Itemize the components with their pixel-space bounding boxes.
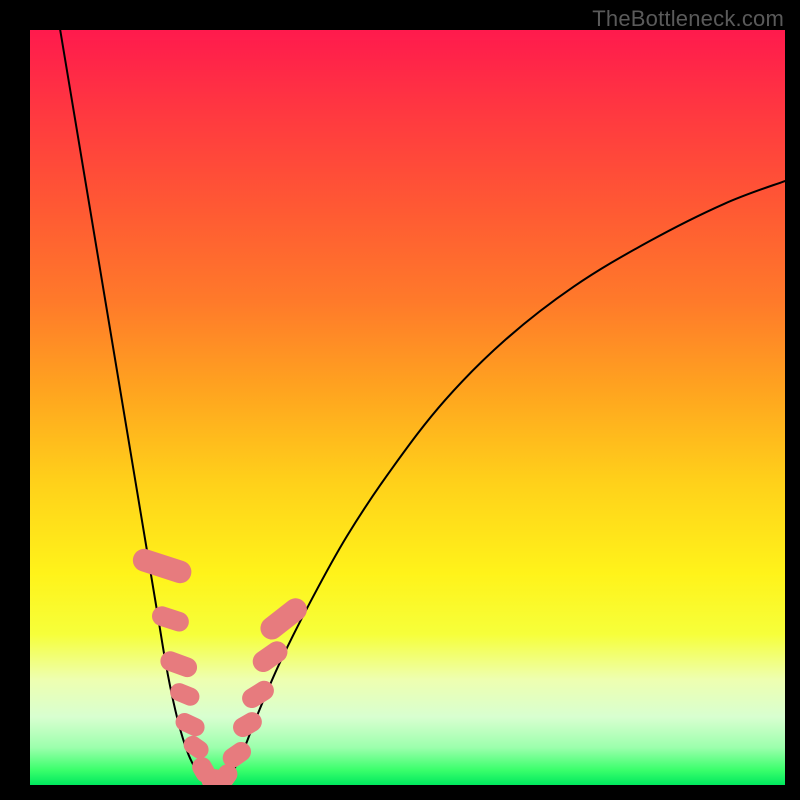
sample-marker xyxy=(180,732,212,762)
markers-layer xyxy=(130,546,312,785)
sample-marker xyxy=(167,680,202,708)
sample-marker xyxy=(130,546,194,586)
chart-overlay xyxy=(30,30,785,785)
sample-marker xyxy=(173,710,208,739)
sample-marker xyxy=(256,594,312,644)
plot-area xyxy=(30,30,785,785)
chart-frame: TheBottleneck.com xyxy=(0,0,800,800)
watermark-text: TheBottleneck.com xyxy=(592,6,784,32)
sample-marker xyxy=(249,637,292,676)
sample-marker xyxy=(229,709,265,741)
